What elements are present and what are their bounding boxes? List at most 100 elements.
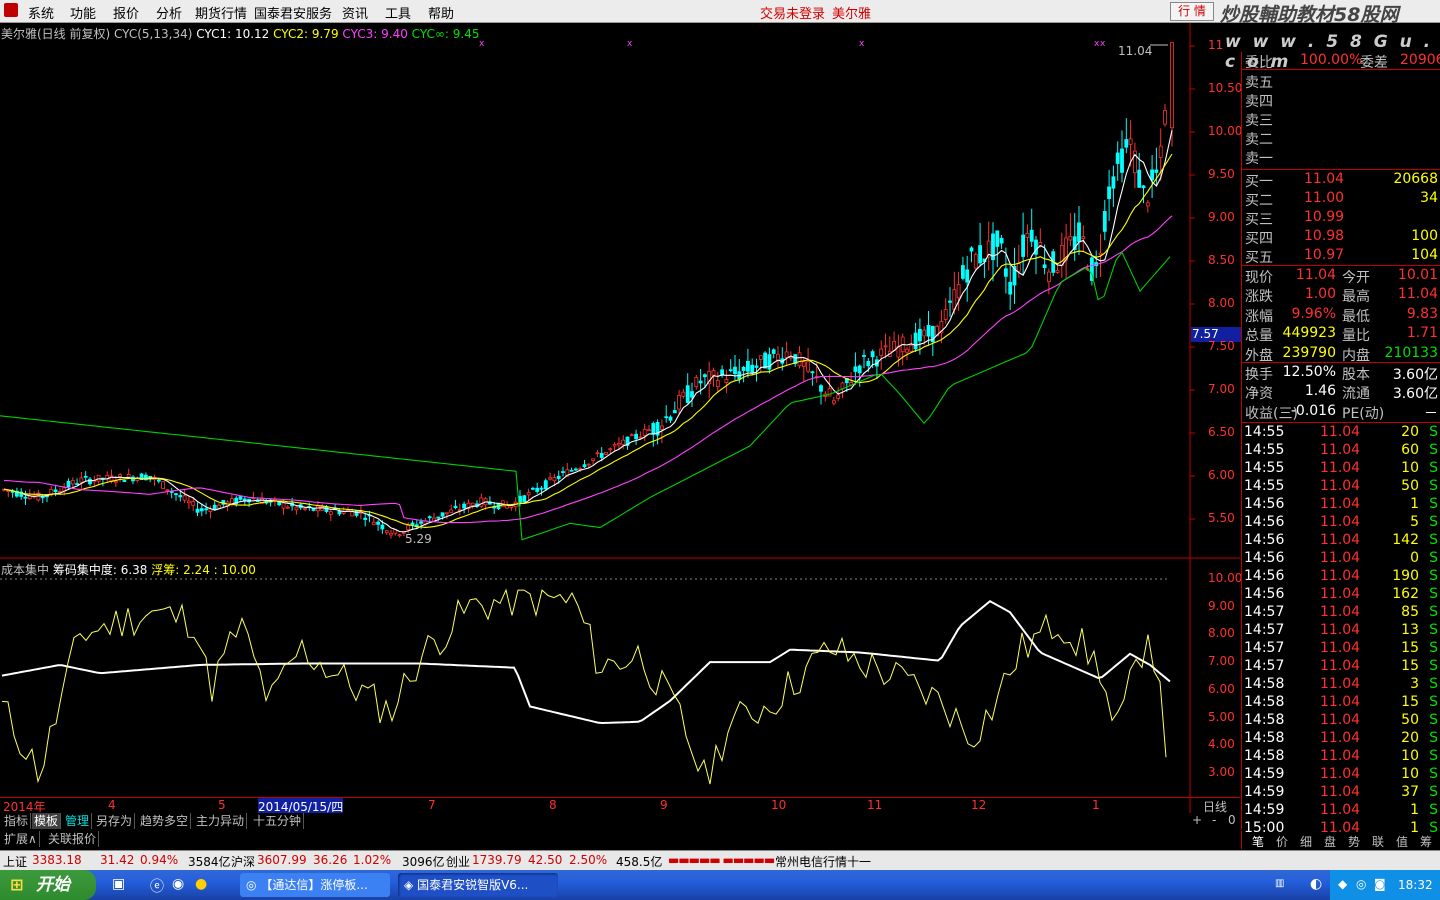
candle-body[interactable] bbox=[419, 521, 424, 524]
quote-panel-tab[interactable]: 联 bbox=[1372, 833, 1384, 850]
bid-row[interactable]: 买五 10.97 104 bbox=[1242, 247, 1440, 266]
candle-body[interactable] bbox=[724, 379, 729, 383]
candle-body[interactable] bbox=[444, 512, 449, 515]
menu-help[interactable]: 帮助 bbox=[428, 3, 454, 22]
quote-panel-tab[interactable]: 筹 bbox=[1420, 833, 1432, 850]
candle-body[interactable] bbox=[771, 349, 776, 354]
tick-row[interactable]: 14:56 11.04 5 S bbox=[1242, 514, 1440, 533]
candle-body[interactable] bbox=[664, 416, 669, 419]
candle-body[interactable] bbox=[539, 487, 544, 490]
tick-row[interactable]: 14:58 11.04 50 S bbox=[1242, 712, 1440, 731]
tick-row[interactable]: 14:58 11.04 3 S bbox=[1242, 676, 1440, 695]
candle-body[interactable] bbox=[672, 410, 677, 414]
candle-body[interactable] bbox=[384, 530, 389, 534]
candle-body[interactable] bbox=[1025, 232, 1030, 238]
candle-body[interactable] bbox=[797, 352, 802, 367]
candle-body[interactable] bbox=[217, 504, 221, 509]
sz-index-label[interactable]: 沪深 bbox=[231, 853, 255, 870]
candle-body[interactable] bbox=[694, 377, 699, 388]
candle-body[interactable] bbox=[819, 385, 823, 392]
candle-body[interactable] bbox=[126, 474, 131, 478]
tab-manage[interactable]: 管理 bbox=[63, 813, 93, 829]
server-status[interactable]: 常州电信行情十一 bbox=[775, 853, 871, 870]
candle-body[interactable] bbox=[462, 503, 467, 509]
candle-body[interactable] bbox=[801, 361, 806, 367]
zoom-in-button[interactable]: + bbox=[1192, 813, 1202, 827]
candle-body[interactable] bbox=[113, 480, 118, 483]
candle-body[interactable] bbox=[453, 505, 458, 509]
candle-body[interactable] bbox=[810, 371, 815, 374]
candle-body[interactable] bbox=[1047, 271, 1051, 283]
candle-body[interactable] bbox=[1124, 139, 1129, 148]
candle-body[interactable] bbox=[479, 497, 484, 507]
candle-body[interactable] bbox=[1098, 252, 1103, 255]
candle-body[interactable] bbox=[285, 506, 290, 509]
candle-body[interactable] bbox=[470, 502, 475, 507]
tick-row[interactable]: 14:56 11.04 1 S bbox=[1242, 496, 1440, 515]
tick-row[interactable]: 14:55 11.04 60 S bbox=[1242, 442, 1440, 461]
candle-body[interactable] bbox=[1115, 152, 1120, 164]
candle-body[interactable] bbox=[832, 400, 836, 404]
candle-body[interactable] bbox=[952, 289, 957, 310]
candle-body[interactable] bbox=[604, 452, 608, 455]
tab-trend[interactable]: 趋势多空 bbox=[138, 813, 192, 829]
candle-body[interactable] bbox=[1137, 169, 1142, 188]
candle-body[interactable] bbox=[703, 374, 707, 378]
candle-body[interactable] bbox=[1029, 229, 1034, 242]
ask-row[interactable]: 卖二 bbox=[1242, 129, 1440, 148]
menu-analysis[interactable]: 分析 bbox=[156, 3, 182, 22]
candle-body[interactable] bbox=[376, 521, 381, 525]
candle-body[interactable] bbox=[281, 502, 286, 509]
candle-body[interactable] bbox=[1158, 145, 1163, 158]
tick-row[interactable]: 14:58 11.04 10 S bbox=[1242, 748, 1440, 767]
tick-row[interactable]: 14:55 11.04 50 S bbox=[1242, 478, 1440, 497]
candle-body[interactable] bbox=[1081, 236, 1086, 240]
tick-row[interactable]: 14:57 11.04 85 S bbox=[1242, 604, 1440, 623]
quote-panel-tab[interactable]: 价 bbox=[1276, 833, 1288, 850]
menu-tools[interactable]: 工具 bbox=[385, 3, 411, 22]
candle-body[interactable] bbox=[83, 475, 88, 478]
tab-template[interactable]: 模板 bbox=[32, 813, 62, 829]
candle-body[interactable] bbox=[711, 369, 716, 376]
ask-row[interactable]: 卖五 bbox=[1242, 72, 1440, 91]
candle-body[interactable] bbox=[174, 493, 178, 496]
ie-icon[interactable]: ⓔ bbox=[150, 876, 164, 896]
candle-body[interactable] bbox=[212, 504, 217, 510]
candle-body[interactable] bbox=[776, 353, 780, 361]
candle-body[interactable] bbox=[66, 480, 71, 488]
shield-icon[interactable]: ◙ bbox=[1374, 877, 1386, 891]
candle-body[interactable] bbox=[660, 425, 664, 430]
candle-body[interactable] bbox=[677, 395, 681, 410]
tray-icon[interactable]: ◆ bbox=[1338, 877, 1347, 891]
media-icon[interactable]: ● bbox=[195, 876, 207, 892]
start-button[interactable]: ⊞ 开始 bbox=[0, 870, 96, 900]
candle-body[interactable] bbox=[754, 365, 759, 368]
candle-body[interactable] bbox=[715, 380, 720, 387]
candle-body[interactable] bbox=[621, 439, 626, 445]
tick-row[interactable]: 14:58 11.04 15 S bbox=[1242, 694, 1440, 713]
candle-body[interactable] bbox=[586, 463, 591, 466]
candle-body[interactable] bbox=[698, 380, 703, 384]
candle-body[interactable] bbox=[561, 471, 565, 473]
candle-body[interactable] bbox=[651, 423, 656, 435]
candle-body[interactable] bbox=[608, 448, 613, 451]
candle-body[interactable] bbox=[350, 511, 355, 517]
ask-row[interactable]: 卖四 bbox=[1242, 91, 1440, 110]
candle-body[interactable] bbox=[397, 534, 402, 537]
candle-body[interactable] bbox=[956, 284, 961, 299]
taskbar-item-tdx[interactable]: ◎ 【通达信】涨停板... bbox=[240, 873, 390, 897]
sh-index-label[interactable]: 上证 bbox=[3, 853, 27, 870]
candle-body[interactable] bbox=[96, 474, 101, 482]
candle-body[interactable] bbox=[522, 495, 527, 503]
candle-body[interactable] bbox=[1163, 109, 1167, 125]
candle-body[interactable] bbox=[836, 394, 841, 399]
quicklaunch-icon[interactable]: ▣ bbox=[112, 876, 125, 892]
candle-body[interactable] bbox=[574, 468, 578, 471]
candle-body[interactable] bbox=[922, 329, 927, 337]
candle-body[interactable] bbox=[642, 428, 647, 436]
candle-body[interactable] bbox=[328, 511, 333, 515]
candle-body[interactable] bbox=[1145, 202, 1150, 207]
bid-row[interactable]: 买四 10.98 100 bbox=[1242, 228, 1440, 247]
candle-body[interactable] bbox=[311, 508, 316, 511]
candle-body[interactable] bbox=[629, 434, 634, 437]
